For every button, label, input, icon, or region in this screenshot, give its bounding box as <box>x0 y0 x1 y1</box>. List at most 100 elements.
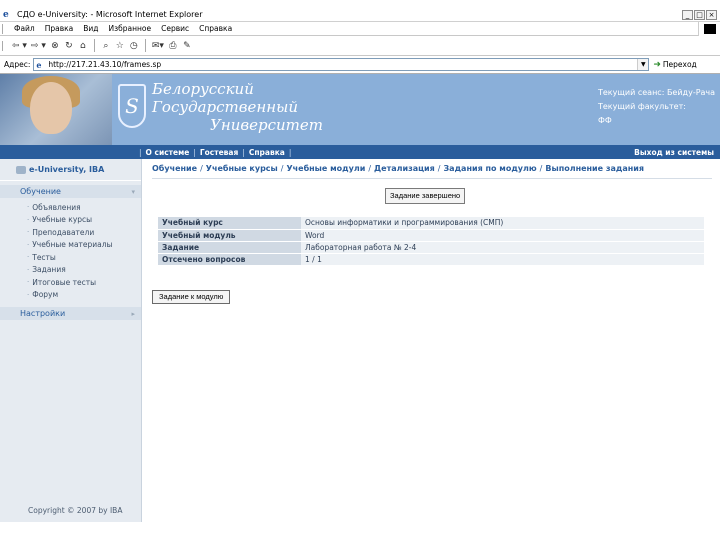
table-row: Учебный курс Основы информатики и програ… <box>158 217 704 230</box>
browser-window: e СДО e-University: - Microsoft Internet… <box>0 8 720 522</box>
sidebar-item-final-tests[interactable]: · Итоговые тесты <box>0 276 141 289</box>
nav-separator: | <box>193 147 196 157</box>
address-bar: Адрес: e http://217.21.43.10/frames.sp ▼… <box>0 56 720 74</box>
stop-icon[interactable]: ⊗ <box>49 39 61 53</box>
sidebar-brand-label: e-University, IBA <box>29 165 105 174</box>
window-title: СДО e-University: - Microsoft Internet E… <box>17 10 203 19</box>
nav-separator: | <box>139 147 142 157</box>
brand-icon <box>16 165 26 174</box>
sidebar-item-tests[interactable]: · Тесты <box>0 251 141 264</box>
minimize-button[interactable]: _ <box>682 9 693 20</box>
standard-toolbar: ⇦ ▾ ⇨ ▾ ⊗ ↻ ⌂ ⌕ ☆ ◷ ✉▾ ⎙ ✎ <box>0 36 720 56</box>
sidebar-item-forum[interactable]: · Форум <box>0 289 141 302</box>
go-arrow-icon: ➜ <box>653 59 661 70</box>
address-input[interactable]: e http://217.21.43.10/frames.sp ▼ <box>33 58 650 71</box>
favorites-icon[interactable]: ☆ <box>114 39 126 53</box>
sidebar-item-teachers[interactable]: · Преподаватели <box>0 226 141 239</box>
sidebar-section-settings[interactable]: Настройки ▸ <box>0 307 141 320</box>
row-value: Word <box>301 229 704 242</box>
nav-guestbook[interactable]: Гостевая <box>200 148 238 157</box>
sidebar: e-University, IBA Обучение ▾ · Объявления… <box>0 159 142 522</box>
print-icon[interactable]: ⎙ <box>167 39 179 53</box>
sidebar-item-label: Итоговые тесты <box>32 277 97 287</box>
site-header: S Белорусский Государственный Университе… <box>0 74 720 145</box>
sidebar-brand[interactable]: e-University, IBA <box>0 159 141 181</box>
row-value: 1 / 1 <box>301 253 704 266</box>
refresh-icon[interactable]: ↻ <box>63 39 75 53</box>
sidebar-item-label: Задания <box>32 265 66 275</box>
menu-file[interactable]: Файл <box>9 24 40 33</box>
breadcrumb-separator: / <box>539 164 543 173</box>
home-icon[interactable]: ⌂ <box>77 39 89 53</box>
chevron-down-icon: ▾ <box>131 187 135 196</box>
go-button[interactable]: ➜ Переход <box>653 60 696 70</box>
row-value: Лабораторная работа № 2-4 <box>301 241 704 254</box>
nav-help[interactable]: Справка <box>249 148 285 157</box>
menu-tools[interactable]: Сервис <box>156 24 194 33</box>
module-task-button[interactable]: Задание к модулю <box>152 290 231 304</box>
breadcrumb: Обучение / Учебные курсы / Учебные модул… <box>152 159 712 179</box>
breadcrumb-separator: / <box>280 164 284 173</box>
toolbar-grip[interactable] <box>2 40 5 51</box>
menu-favorites[interactable]: Избранное <box>104 24 157 33</box>
university-name-line: Университет <box>210 116 323 134</box>
menu-edit[interactable]: Правка <box>40 24 79 33</box>
go-label: Переход <box>662 60 697 69</box>
sidebar-item-announcements[interactable]: · Объявления <box>0 201 141 214</box>
university-name-line: Государственный <box>152 98 298 116</box>
mail-icon[interactable]: ✉▾ <box>151 39 165 53</box>
sidebar-section-learning[interactable]: Обучение ▾ <box>0 185 141 198</box>
breadcrumb-item[interactable]: Обучение <box>152 164 197 173</box>
address-label: Адрес: <box>4 60 31 69</box>
nav-separator: | <box>288 147 292 157</box>
sidebar-section-label: Настройки <box>20 309 66 318</box>
nav-about[interactable]: О системе <box>146 148 190 157</box>
breadcrumb-separator: / <box>200 164 203 173</box>
row-label: Задание <box>158 241 301 254</box>
address-url[interactable]: http://217.21.43.10/frames.sp <box>48 60 637 69</box>
back-icon[interactable]: ⇦ ▾ <box>11 39 28 53</box>
menu-help[interactable]: Справка <box>194 24 237 33</box>
photo-face <box>30 82 72 134</box>
nav-separator: | <box>242 147 245 157</box>
task-finished-button[interactable]: Задание завершено <box>385 188 466 204</box>
current-faculty-value: ФФ <box>598 116 612 125</box>
page-icon: e <box>36 59 42 70</box>
sidebar-item-materials[interactable]: · Учебные материалы <box>0 239 141 252</box>
university-crest-icon: S <box>118 84 146 128</box>
sidebar-item-courses[interactable]: · Учебные курсы <box>0 214 141 227</box>
history-icon[interactable]: ◷ <box>128 39 140 53</box>
search-icon[interactable]: ⌕ <box>100 39 112 53</box>
edit-icon[interactable]: ✎ <box>181 39 193 53</box>
table-row: Задание Лабораторная работа № 2-4 <box>158 241 704 254</box>
logout-link[interactable]: Выход из системы <box>634 148 714 157</box>
sidebar-item-label: Тесты <box>32 252 56 262</box>
sidebar-item-label: Форум <box>32 290 59 300</box>
bullet-icon: · <box>27 265 30 274</box>
title-bar: e СДО e-University: - Microsoft Internet… <box>0 8 720 22</box>
sidebar-item-label: Учебные материалы <box>32 240 113 250</box>
breadcrumb-item[interactable]: Учебные модули <box>286 164 365 173</box>
maximize-button[interactable]: □ <box>694 9 705 20</box>
menu-view[interactable]: Вид <box>78 24 103 33</box>
toolbar-grip[interactable] <box>2 23 5 34</box>
breadcrumb-separator: / <box>368 164 372 173</box>
header-photo <box>0 74 112 145</box>
breadcrumb-item[interactable]: Детализация <box>374 164 435 173</box>
row-label: Учебный модуль <box>158 229 301 242</box>
forward-icon[interactable]: ⇨ ▾ <box>30 39 47 53</box>
address-dropdown-icon[interactable]: ▼ <box>637 59 649 70</box>
sidebar-section-label: Обучение <box>20 187 61 196</box>
breadcrumb-item[interactable]: Учебные курсы <box>206 164 278 173</box>
menu-bar: Файл Правка Вид Избранное Сервис Справка <box>0 21 720 36</box>
windows-flag-icon <box>703 23 716 34</box>
sidebar-list: · Объявления · Учебные курсы · Преподавател… <box>0 198 141 303</box>
sidebar-item-label: Объявления <box>32 202 81 212</box>
chevron-right-icon: ▸ <box>131 309 135 318</box>
close-button[interactable]: × <box>706 9 717 20</box>
table-row: Учебный модуль Word <box>158 229 704 242</box>
sidebar-item-assignments[interactable]: · Задания <box>0 264 141 277</box>
current-faculty-label: Текущий факультет: <box>598 102 686 111</box>
sidebar-item-label: Преподаватели <box>32 227 95 237</box>
breadcrumb-item[interactable]: Задания по модулю <box>444 164 537 173</box>
